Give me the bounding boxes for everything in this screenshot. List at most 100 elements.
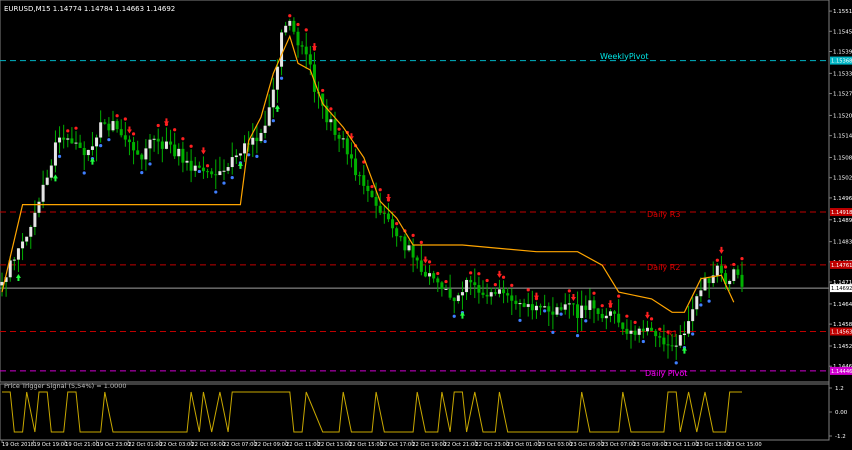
trend-dot	[567, 289, 571, 293]
candle-body	[74, 142, 78, 144]
candle-body	[177, 148, 181, 157]
candle-body	[608, 311, 612, 316]
main-price-panel[interactable]: WeeklyPivotDaily R3Daily R2R1Daily Pivot	[0, 0, 830, 383]
trend-dot	[411, 233, 415, 237]
trend-dot	[156, 123, 160, 128]
candle-body	[728, 280, 732, 285]
candle-body	[600, 313, 604, 319]
candle-body	[736, 269, 740, 275]
time-tick-label: 22 Oct 07:00	[223, 442, 257, 448]
candle-body	[366, 185, 370, 192]
price-tick-label: 1.1483	[833, 240, 852, 246]
time-tick-label: 22 Oct 09:00	[254, 442, 288, 448]
trend-dot	[321, 88, 325, 93]
trend-dot	[592, 291, 596, 295]
candle-body	[37, 201, 41, 213]
trend-dot	[329, 107, 333, 111]
candle-body	[275, 66, 279, 90]
time-axis: 19 Oct 2018 19 Oct 19:0019 Oct 21:0019 Oc…	[0, 439, 829, 448]
candle-body	[419, 260, 423, 272]
sub-tick-label: -1.2	[835, 434, 846, 440]
candle-body	[300, 45, 304, 47]
candle-body	[522, 303, 526, 307]
time-tick-label: 22 Oct 21:00	[444, 442, 478, 448]
candle-body	[436, 278, 440, 283]
trend-dot	[337, 127, 341, 131]
candle-body	[329, 119, 333, 123]
candle-body	[222, 170, 226, 172]
trend-dot	[469, 271, 473, 275]
candle-body	[238, 153, 242, 156]
candle-body	[267, 107, 271, 126]
candle-body	[740, 274, 744, 287]
candle-body	[662, 337, 666, 345]
price-tick-label: 1.1508	[833, 156, 852, 162]
candle-body	[596, 308, 600, 314]
time-tick-label: 19 Oct 2018	[2, 442, 34, 448]
trend-dot	[625, 314, 629, 318]
trend-dot	[518, 318, 522, 322]
candle-body	[337, 134, 341, 139]
trend-dot	[263, 139, 267, 144]
candle-body	[485, 294, 489, 297]
trend-dot	[148, 162, 152, 166]
candle-body	[345, 138, 349, 155]
candle-body	[448, 288, 452, 298]
candle-body	[90, 146, 94, 150]
candle-body	[629, 330, 633, 334]
candle-body	[460, 292, 464, 296]
time-tick-label: 22 Oct 01:00	[128, 442, 162, 448]
candle-body	[551, 311, 555, 315]
candle-body	[666, 344, 670, 346]
candle-body	[292, 20, 296, 32]
candle-body	[95, 137, 99, 147]
candle-body	[555, 307, 559, 315]
trend-dot	[666, 330, 670, 334]
time-tick-label: 19 Oct 19:00	[34, 442, 68, 448]
trend-dot	[57, 154, 62, 159]
price-trigger-signal-panel[interactable]	[0, 383, 830, 441]
mt4-chart[interactable]: WeeklyPivotDaily R3Daily R2R1Daily Pivot…	[0, 0, 852, 450]
candle-body	[506, 293, 510, 296]
candle-body	[169, 141, 173, 145]
candle-body	[12, 259, 16, 261]
candle-body	[243, 143, 247, 154]
price-tick-label: 1.15145	[833, 134, 852, 140]
candle-body	[333, 119, 337, 135]
trend-dot	[214, 190, 218, 194]
trend-dot	[584, 319, 588, 323]
candle-body	[563, 304, 567, 310]
time-tick-label: 23 Oct 11:00	[665, 442, 699, 448]
trend-dot	[140, 171, 144, 175]
trend-dot	[526, 288, 530, 292]
candle-body	[604, 315, 608, 319]
candle-body	[127, 139, 131, 143]
price-tick-label: 1.1502	[833, 176, 852, 182]
candle-body	[510, 295, 514, 301]
candle-body	[703, 278, 707, 291]
candle-body	[465, 279, 469, 293]
candle-body	[78, 142, 82, 148]
candle-body	[719, 265, 723, 274]
trend-dot	[427, 260, 432, 264]
trend-dot	[732, 262, 736, 267]
trend-dot	[452, 314, 456, 318]
candle-body	[119, 129, 123, 136]
candle-body	[678, 335, 682, 346]
trend-dot	[205, 164, 210, 168]
candle-body	[386, 213, 390, 220]
price-axis: 1.15515 1.15455 1.15395 1.1533 1.1527 1.15205…	[828, 0, 852, 440]
trend-dot	[715, 258, 719, 262]
candle-body	[103, 122, 107, 124]
candle-body	[349, 154, 353, 159]
candle-body	[687, 321, 691, 334]
sub-tick-label: 1.2	[835, 386, 844, 392]
trend-dot	[633, 320, 637, 324]
time-tick-label: 23 Oct 01:00	[507, 442, 541, 448]
candle-body	[193, 165, 197, 171]
candle-body	[271, 89, 275, 108]
candle-body	[399, 236, 403, 238]
candle-body	[440, 282, 444, 290]
trend-dot	[707, 299, 711, 303]
trend-dot	[99, 144, 103, 148]
